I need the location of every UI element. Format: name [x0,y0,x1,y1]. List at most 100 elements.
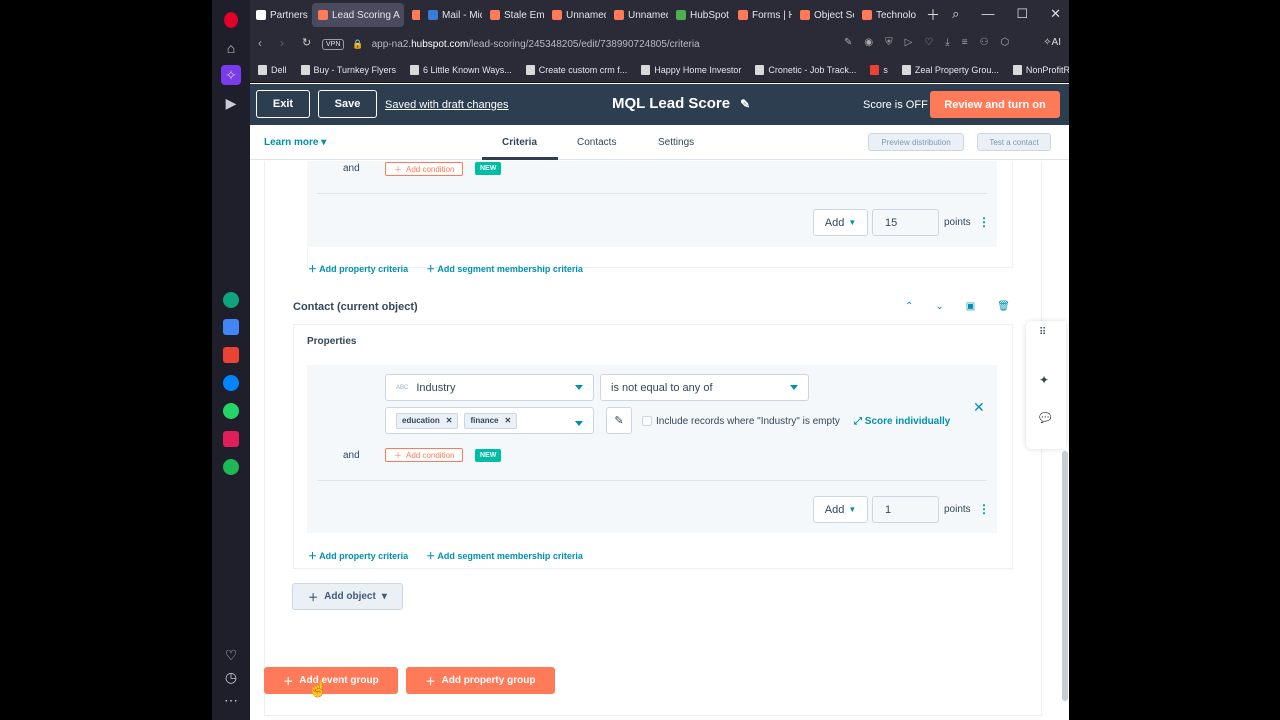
browser-tab[interactable]: Partners po [250,3,310,27]
aria-icon[interactable]: ✧ [221,65,241,85]
review-and-turn-on-button[interactable]: Review and turn on [930,91,1060,118]
new-tab-icon[interactable]: ＋ [926,5,940,25]
browser-tab[interactable]: Stale Email [484,3,544,27]
search-tabs-icon[interactable]: ⌕ [952,6,959,22]
exit-button[interactable]: Exit [256,90,310,118]
tab-contacts[interactable]: Contacts [577,137,616,148]
browser-tab[interactable]: Technolog [856,3,916,27]
add-event-group-button[interactable]: ＋ Add event group [264,667,398,694]
copy-icon[interactable]: ▣ [966,301,975,312]
profile-icon[interactable]: ⚇ [980,37,989,48]
add-segment-criteria-link[interactable]: ＋ Add segment membership criteria [426,549,583,562]
add-dropdown[interactable]: Add ▼ [813,496,868,523]
include-empty-checkbox[interactable] [642,416,652,426]
bookmark-item[interactable]: Dell [258,65,287,75]
bookmark-item[interactable]: Buy - Turnkey Flyers [300,65,396,75]
chevron-up-icon[interactable]: ⌃ [905,301,913,312]
vertical-scrollbar[interactable] [1062,451,1068,701]
bookmark-item[interactable]: Cronetic - Job Track... [755,65,856,75]
points-input[interactable]: 15 [872,209,939,236]
remove-chip-icon[interactable]: ✕ [505,416,512,425]
save-button[interactable]: Save [318,90,377,118]
back-icon[interactable]: ‹ [258,36,262,50]
operator-select[interactable]: is not equal to any of [600,374,809,401]
remove-chip-icon[interactable]: ✕ [446,416,453,425]
learn-more-dropdown[interactable]: Learn more ▾ [264,137,326,148]
calendar-icon[interactable] [221,317,241,337]
add-condition-button[interactable]: ＋ Add condition [385,162,464,176]
edit-values-button[interactable]: ✎ [606,407,632,434]
close-window-icon[interactable]: ✕ [1050,6,1061,22]
values-multiselect[interactable]: education ✕ finance ✕ [385,407,594,434]
add-property-criteria-link[interactable]: ＋ Add property criteria [308,549,408,562]
add-condition-button[interactable]: ＋ Add condition [385,448,464,462]
spotify-icon[interactable] [221,457,241,477]
chevron-down-icon[interactable]: ⌄ [935,301,943,312]
download-icon[interactable]: ⤓ [945,37,949,48]
remove-condition-icon[interactable]: ✕ [973,399,985,416]
slack-icon[interactable] [221,429,241,449]
browser-tab[interactable]: Object Set [794,3,854,27]
test-contact-button[interactable]: Test a contact [977,133,1051,151]
add-property-criteria-link[interactable]: ＋ Add property criteria [308,262,408,275]
camera-icon[interactable]: ◉ [864,37,873,48]
maximize-icon[interactable]: ☐ [1016,6,1028,22]
lock-icon: 🔒 [352,38,364,49]
add-segment-criteria-link[interactable]: ＋ Add segment membership criteria [426,262,583,275]
edit-icon[interactable]: ✎ [844,37,852,48]
opera-logo-icon[interactable] [221,10,241,30]
bookmark-item[interactable]: Happy Home Investor [641,65,741,75]
tab-label: Forms | Hu [752,9,792,21]
home-icon[interactable]: ⌂ [221,38,241,58]
bookmark-item[interactable]: NonProfitRef [1012,65,1069,75]
bookmark-item[interactable]: s [870,65,888,75]
whatsapp-icon[interactable] [221,401,241,421]
delete-icon[interactable]: 🗑 [997,301,1010,312]
score-individually-link[interactable]: ⤢ Score individually [854,416,950,427]
bookmark-item[interactable]: 6 Little Known Ways... [410,65,512,75]
bookmark-item[interactable]: Create custom crm f... [525,65,627,75]
vpn-badge[interactable]: VPN [322,38,345,50]
apps-grid-icon[interactable]: ⠿ [1039,327,1046,338]
browser-tab[interactable]: Unnamed [608,3,668,27]
extensions-icon[interactable]: ⬡ [1001,37,1010,48]
player-icon[interactable]: ▶ [221,93,241,113]
preview-distribution-button[interactable]: Preview distribution [868,133,964,151]
sparkle-icon[interactable]: ✦ [1039,373,1049,387]
browser-tab[interactable]: HubSpot - [670,3,730,27]
tab-settings[interactable]: Settings [658,137,694,148]
criteria-scroll-area[interactable]: and ＋ Add condition NEW Add ▼ 15 points ⋮ … [250,161,1069,720]
more-options-icon[interactable]: ⋮ [978,215,990,229]
heart-icon[interactable]: ♡ [221,645,241,665]
gmail-icon[interactable] [221,345,241,365]
browser-tab[interactable]: Unnamed [546,3,606,27]
messenger-icon[interactable] [221,373,241,393]
play-icon[interactable]: ▷ [905,37,913,48]
forward-icon[interactable]: › [280,36,284,50]
shield-icon[interactable]: ⛨ [885,37,893,48]
property-select[interactable]: ABC Industry [385,374,594,401]
browser-tab[interactable]: Mail - Mich [422,3,482,27]
menu-icon[interactable]: ≡ [962,37,968,48]
add-dropdown[interactable]: Add ▼ [813,209,868,236]
chatgpt-icon[interactable] [221,290,241,310]
bookmark-item[interactable]: Zeal Property Grou... [901,65,999,75]
browser-tab-active[interactable]: Lead Scoring A✕ [312,3,404,27]
reload-icon[interactable]: ↻ [302,36,311,49]
history-icon[interactable]: ◷ [221,667,241,687]
chat-icon[interactable]: 💬 [1039,413,1051,424]
heart-icon[interactable]: ♡ [924,37,933,48]
minimize-icon[interactable]: — [981,6,994,22]
points-input[interactable]: 1 [872,496,939,523]
more-icon[interactable]: ⋯ [221,690,241,710]
add-property-group-button[interactable]: ＋ Add property group [406,667,555,694]
browser-tab[interactable] [406,3,420,27]
saved-status-link[interactable]: Saved with draft changes [385,99,509,111]
more-options-icon[interactable]: ⋮ [978,502,990,516]
bookmark-icon [410,65,420,75]
browser-tab[interactable]: Forms | Hu [732,3,792,27]
edit-title-icon[interactable]: ✎ [740,97,750,111]
tab-criteria[interactable]: Criteria [502,137,537,148]
ai-button[interactable]: ✧AI [1043,37,1061,48]
add-object-dropdown[interactable]: ＋ Add object ▾ [292,583,403,610]
